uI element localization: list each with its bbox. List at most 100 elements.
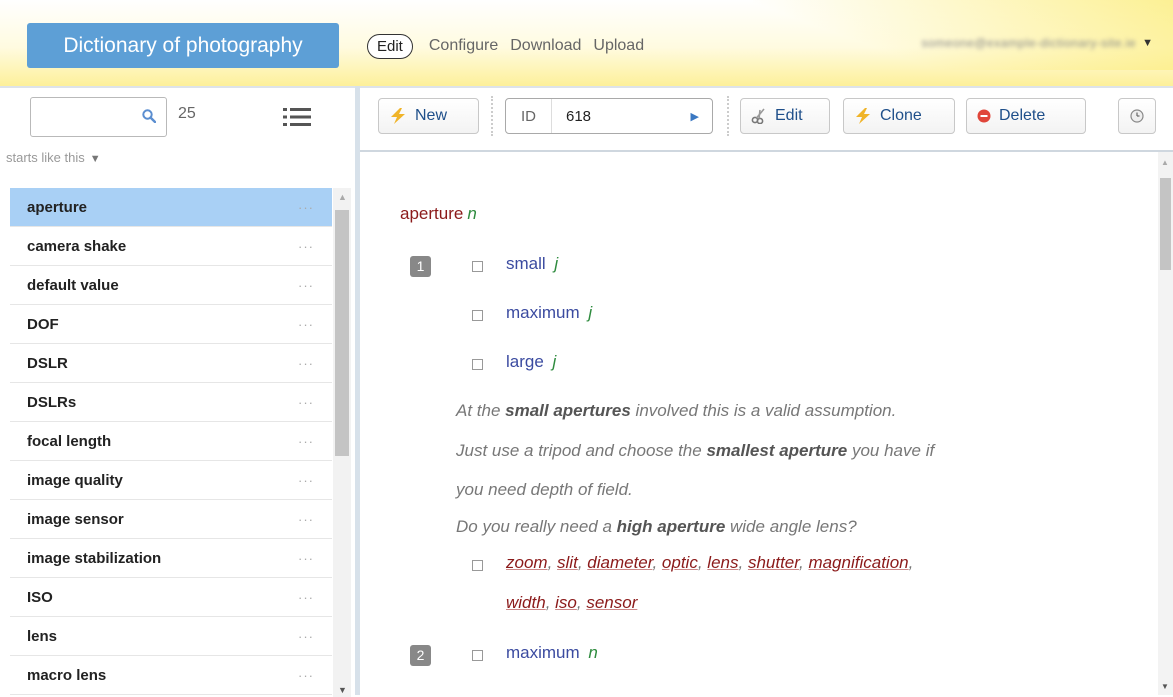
user-menu[interactable]: someone@example-dictionary-site.ie ▼ <box>922 36 1154 50</box>
checkbox-icon[interactable] <box>472 650 483 661</box>
list-item[interactable]: DSLRs ··· <box>10 383 332 422</box>
clone-button[interactable]: Clone <box>843 98 955 134</box>
clock-icon <box>1130 109 1144 123</box>
list-view-icon[interactable] <box>283 107 311 127</box>
scroll-down-icon[interactable]: ▼ <box>338 685 347 695</box>
nav-edit[interactable]: Edit <box>367 33 413 59</box>
nav-upload[interactable]: Upload <box>593 37 644 55</box>
synonym-link[interactable]: lens <box>707 553 738 572</box>
id-field[interactable]: ID 618 ▶ <box>505 98 713 134</box>
more-icon[interactable]: ··· <box>298 239 314 254</box>
list-item[interactable]: default value ··· <box>10 266 332 305</box>
list-item[interactable]: focal length ··· <box>10 422 332 461</box>
example-text: involved this is a valid assumption. <box>630 401 897 420</box>
example-text: you have if <box>847 441 935 460</box>
history-button[interactable] <box>1118 98 1156 134</box>
example-text: wide angle lens? <box>725 517 857 536</box>
nav-configure[interactable]: Configure <box>429 37 498 55</box>
synonym-link[interactable]: shutter <box>748 553 799 572</box>
synonym-link[interactable]: magnification <box>808 553 908 572</box>
list-item[interactable]: aperture ··· <box>10 188 332 227</box>
list-item[interactable]: macro lens ··· <box>10 656 332 695</box>
collocation-pos: j <box>554 254 559 273</box>
checkbox-icon[interactable] <box>472 560 483 571</box>
more-icon[interactable]: ··· <box>298 317 314 332</box>
more-icon[interactable]: ··· <box>298 590 314 605</box>
sidebar: 25 starts like this ▼ aperture ··· camera … <box>0 86 355 697</box>
caret-down-icon[interactable]: ▼ <box>1142 37 1153 49</box>
list-item[interactable]: camera shake ··· <box>10 227 332 266</box>
list-item-label: image quality <box>27 471 123 489</box>
synonym-list: zoom, slit, diameter, optic, lens, shutt… <box>506 553 914 572</box>
list-item-label: DSLR <box>27 354 68 372</box>
app-title[interactable]: Dictionary of photography <box>27 23 339 68</box>
list-item-label: camera shake <box>27 237 127 255</box>
example-text: you need depth of field. <box>456 480 633 499</box>
list-item[interactable]: image quality ··· <box>10 461 332 500</box>
more-icon[interactable]: ··· <box>298 356 314 371</box>
list-item[interactable]: ISO ··· <box>10 578 332 617</box>
synonym-link[interactable]: width <box>506 593 546 612</box>
synonym-link[interactable]: slit <box>557 553 578 572</box>
checkbox-icon[interactable] <box>472 310 483 321</box>
scroll-up-icon[interactable]: ▲ <box>338 192 347 202</box>
scrollbar-thumb[interactable] <box>1160 178 1171 270</box>
delete-label: Delete <box>999 107 1046 124</box>
nav-download[interactable]: Download <box>510 37 581 55</box>
collocation[interactable]: maximum n <box>506 643 598 663</box>
collocation[interactable]: maximum j <box>506 303 592 323</box>
edit-label: Edit <box>775 107 803 124</box>
play-icon[interactable]: ▶ <box>691 110 699 123</box>
example-keyword: small apertures <box>505 401 631 420</box>
list-item-label: DSLRs <box>27 393 77 411</box>
word-list-scrollbar[interactable]: ▲ ▼ <box>333 188 351 697</box>
id-value[interactable]: 618 <box>552 108 691 125</box>
search-input[interactable] <box>30 97 167 137</box>
more-icon[interactable]: ··· <box>298 395 314 410</box>
sense-number: 2 <box>410 645 431 666</box>
search-icon[interactable] <box>142 109 156 123</box>
more-icon[interactable]: ··· <box>298 278 314 293</box>
more-icon[interactable]: ··· <box>298 629 314 644</box>
collocation[interactable]: large j <box>506 352 556 372</box>
more-icon[interactable]: ··· <box>298 512 314 527</box>
collocation-pos: j <box>588 303 593 322</box>
more-icon[interactable]: ··· <box>298 200 314 215</box>
checkbox-icon[interactable] <box>472 261 483 272</box>
more-icon[interactable]: ··· <box>298 473 314 488</box>
filter-label: starts like this <box>6 150 85 165</box>
example-text: Just use a tripod and choose the <box>456 441 707 460</box>
entry-toolbar: New ID 618 ▶ Edit Clone Delete <box>360 86 1173 152</box>
delete-button[interactable]: Delete <box>966 98 1086 134</box>
edit-button[interactable]: Edit <box>740 98 830 134</box>
list-item[interactable]: image stabilization ··· <box>10 539 332 578</box>
list-item[interactable]: image sensor ··· <box>10 500 332 539</box>
synonym-link[interactable]: diameter <box>587 553 652 572</box>
more-icon[interactable]: ··· <box>298 668 314 683</box>
more-icon[interactable]: ··· <box>298 434 314 449</box>
list-item[interactable]: lens ··· <box>10 617 332 656</box>
list-item-label: image sensor <box>27 510 124 528</box>
new-button[interactable]: New <box>378 98 479 134</box>
example-text: Do you really need a <box>456 517 617 536</box>
scrollbar-thumb[interactable] <box>335 210 349 456</box>
synonym-link[interactable]: optic <box>662 553 698 572</box>
example-text: At the <box>456 401 506 420</box>
list-item-label: ISO <box>27 588 53 606</box>
list-item[interactable]: DSLR ··· <box>10 344 332 383</box>
synonym-link[interactable]: sensor <box>586 593 637 612</box>
scroll-down-icon[interactable]: ▼ <box>1161 682 1169 691</box>
filter-dropdown[interactable]: starts like this ▼ <box>6 150 101 165</box>
more-icon[interactable]: ··· <box>298 551 314 566</box>
checkbox-icon[interactable] <box>472 359 483 370</box>
collocation-word: maximum <box>506 303 580 322</box>
toolbar-separator <box>727 96 729 136</box>
list-item[interactable]: DOF ··· <box>10 305 332 344</box>
synonym-link[interactable]: iso <box>555 593 577 612</box>
sidebar-header: 25 starts like this ▼ <box>0 88 353 188</box>
entry-scrollbar[interactable]: ▲ ▼ <box>1158 152 1173 695</box>
list-item-label: default value <box>27 276 119 294</box>
scroll-up-icon[interactable]: ▲ <box>1161 158 1169 167</box>
collocation[interactable]: small j <box>506 254 558 274</box>
synonym-link[interactable]: zoom <box>506 553 548 572</box>
